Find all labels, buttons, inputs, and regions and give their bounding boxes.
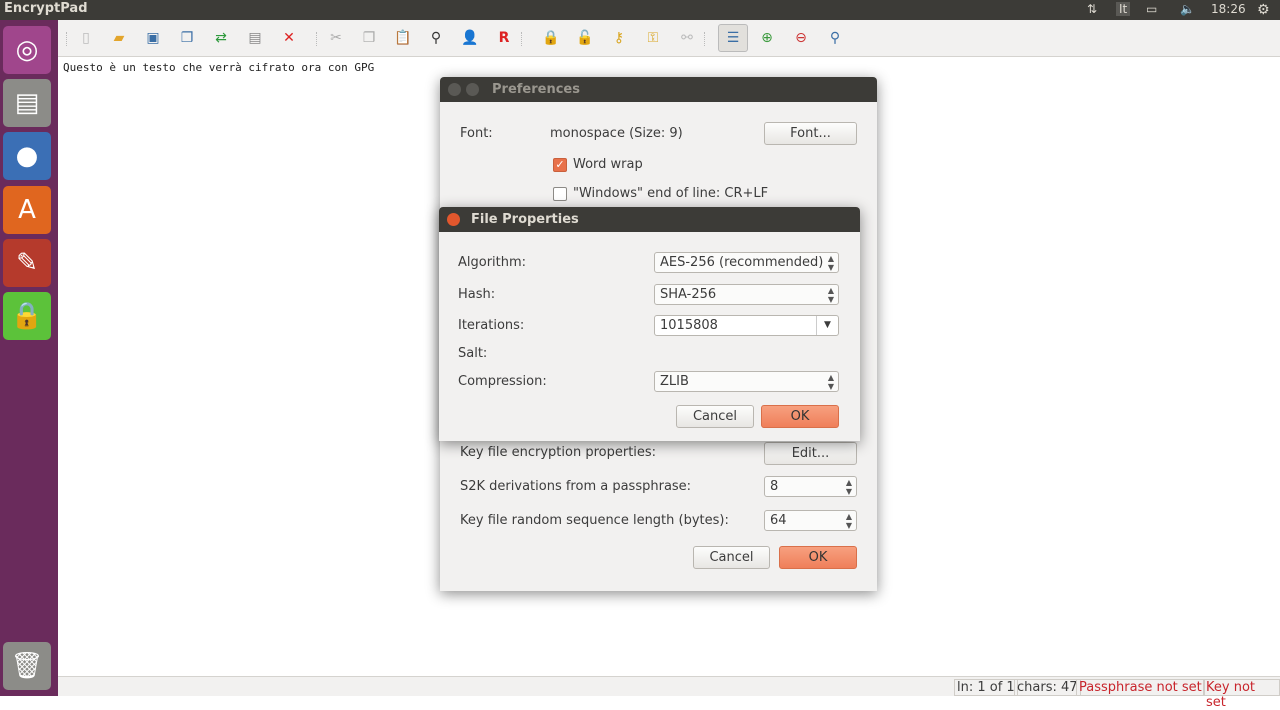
close-icon[interactable]: ✕ — [279, 28, 299, 48]
copy-icon[interactable]: ❐ — [359, 28, 379, 48]
keyboard-layout[interactable]: It — [1116, 2, 1131, 16]
select-arrows-icon: ▲ ▼ — [827, 286, 834, 304]
edit-button[interactable]: Edit... — [764, 442, 857, 465]
cut-icon[interactable]: ✂ — [326, 28, 346, 48]
spin-arrows-icon[interactable]: ▲ ▼ — [846, 511, 852, 530]
algorithm-label: Algorithm: — [458, 255, 527, 270]
paste-icon[interactable]: 📋 — [393, 28, 413, 48]
battery-icon[interactable]: ▭ — [1146, 2, 1157, 16]
open-icon[interactable]: ▰ — [109, 28, 129, 48]
settings-gear-icon[interactable]: ⚙ — [1257, 2, 1270, 18]
file-properties-dialog: File Properties Algorithm: AES-256 (reco… — [439, 207, 860, 441]
status-key: Key not set — [1203, 679, 1280, 710]
file-properties-icon[interactable]: ▤ — [245, 28, 265, 48]
lock-icon[interactable]: 🔒 — [541, 28, 561, 48]
software-center-icon[interactable]: A — [3, 186, 51, 234]
eol-checkbox[interactable] — [553, 187, 567, 201]
file-properties-title: File Properties — [439, 207, 860, 232]
random-length-label: Key file random sequence length (bytes): — [460, 513, 729, 528]
top-panel: EncryptPad ⇅ It ▭ 🔈 18:26 ⚙ — [0, 0, 1280, 20]
preferences-title: Preferences — [440, 77, 877, 102]
algorithm-select[interactable]: AES-256 (recommended) ▲ ▼ — [654, 252, 839, 273]
font-label: Font: — [460, 126, 493, 141]
separator — [521, 32, 523, 46]
toolbar: ▯ ▰ ▣ ❐ ⇄ ▤ ✕ ✂ ❐ 📋 ⚲ 👤 R 🔒 🔓 ⚷ ⚿ ⚯ ☰ ⊕ … — [58, 20, 1280, 57]
cancel-button[interactable]: Cancel — [676, 405, 754, 428]
word-wrap-label: Word wrap — [573, 157, 643, 172]
volume-icon[interactable]: 🔈 — [1180, 2, 1195, 16]
launcher: ◎ ▤ ● A ✎ 🔒 🗑 — [0, 20, 58, 696]
ubuntu-dash-icon[interactable]: ◎ — [3, 26, 51, 74]
maximize-icon[interactable] — [466, 83, 479, 96]
s2k-spinbox[interactable]: 8 ▲ ▼ — [764, 476, 857, 497]
hash-label: Hash: — [458, 287, 496, 302]
font-value: monospace (Size: 9) — [550, 126, 683, 141]
key-icon[interactable]: ⚿ — [643, 28, 663, 48]
zoom-reset-icon[interactable]: ⚲ — [825, 28, 845, 48]
random-length-spinbox[interactable]: 64 ▲ ▼ — [764, 510, 857, 531]
spin-arrows-icon[interactable]: ▲ ▼ — [846, 477, 852, 496]
save-icon[interactable]: ▣ — [143, 28, 163, 48]
files-icon[interactable]: ▤ — [3, 79, 51, 127]
close-icon[interactable] — [448, 83, 461, 96]
key-file-label: Key file encryption properties: — [460, 445, 657, 460]
new-file-icon[interactable]: ▯ — [76, 28, 96, 48]
trash-icon[interactable]: 🗑 — [3, 642, 51, 690]
key-chain-icon[interactable]: ⚷ — [609, 28, 629, 48]
s2k-label: S2K derivations from a passphrase: — [460, 479, 692, 494]
compression-label: Compression: — [458, 374, 547, 389]
font-button[interactable]: Font... — [764, 122, 857, 145]
close-icon[interactable] — [447, 213, 460, 226]
zoom-in-icon[interactable]: ⊕ — [757, 28, 777, 48]
compression-select[interactable]: ZLIB ▲ ▼ — [654, 371, 839, 392]
word-wrap-icon[interactable]: ☰ — [718, 24, 748, 52]
word-wrap-checkbox[interactable]: ✓ — [553, 158, 567, 172]
system-settings-icon[interactable]: ✎ — [3, 239, 51, 287]
ok-button[interactable]: OK — [761, 405, 839, 428]
unlock-icon[interactable]: 🔓 — [575, 28, 595, 48]
app-title: EncryptPad — [4, 1, 88, 16]
save-as-icon[interactable]: ❐ — [177, 28, 197, 48]
status-chars: chars: 47 — [1014, 679, 1081, 696]
clock[interactable]: 18:26 — [1211, 2, 1246, 16]
separator — [316, 32, 318, 46]
encryptpad-icon[interactable]: 🔒 — [3, 292, 51, 340]
cancel-button[interactable]: Cancel — [693, 546, 770, 569]
zoom-out-icon[interactable]: ⊖ — [791, 28, 811, 48]
r-icon[interactable]: R — [494, 28, 514, 48]
firefox-icon[interactable]: ● — [3, 132, 51, 180]
status-bar: ln: 1 of 1 chars: 47 Passphrase not set … — [58, 676, 1280, 710]
user-icon[interactable]: 👤 — [460, 28, 480, 48]
iterations-label: Iterations: — [458, 318, 525, 333]
separator — [704, 32, 706, 46]
ok-button[interactable]: OK — [779, 546, 857, 569]
separator — [66, 32, 68, 46]
salt-label: Salt: — [458, 346, 488, 361]
encryption-icon[interactable]: ⇄ — [211, 28, 231, 48]
status-passphrase: Passphrase not set — [1076, 679, 1205, 696]
unlink-icon[interactable]: ⚯ — [677, 28, 697, 48]
eol-label: "Windows" end of line: CR+LF — [573, 186, 769, 201]
dropdown-arrow-icon[interactable]: ▼ — [816, 316, 838, 335]
select-arrows-icon: ▲ ▼ — [827, 254, 834, 272]
network-icon[interactable]: ⇅ — [1087, 2, 1097, 16]
status-line: ln: 1 of 1 — [954, 679, 1018, 696]
select-arrows-icon: ▲ ▼ — [827, 373, 834, 391]
find-icon[interactable]: ⚲ — [426, 28, 446, 48]
hash-select[interactable]: SHA-256 ▲ ▼ — [654, 284, 839, 305]
iterations-combobox[interactable]: 1015808 ▼ — [654, 315, 839, 336]
